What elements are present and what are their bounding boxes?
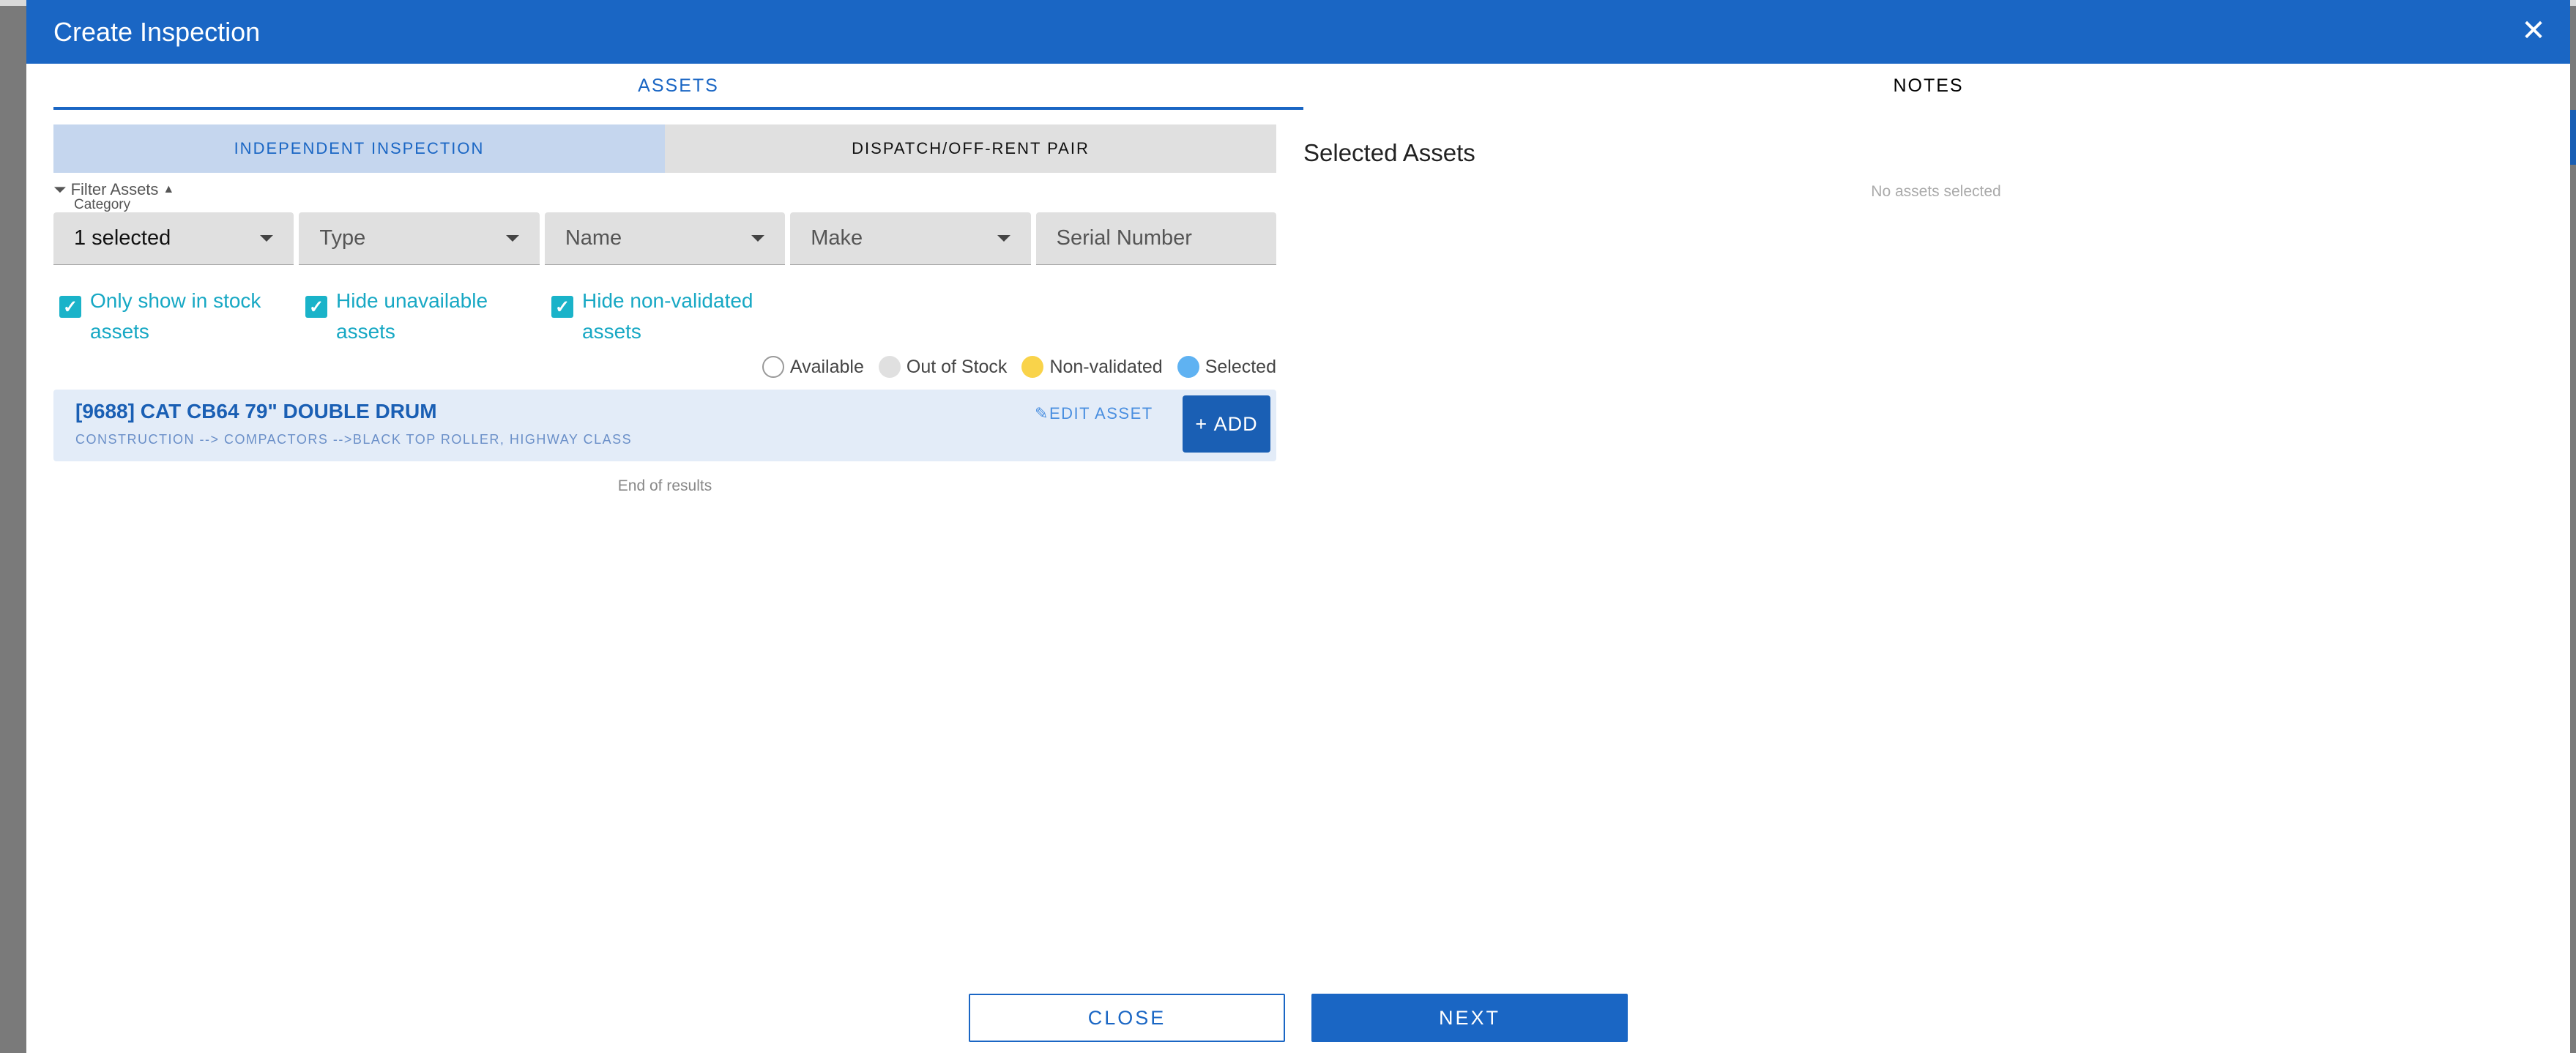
chevron-down-icon bbox=[260, 235, 274, 242]
next-button[interactable]: NEXT bbox=[1311, 994, 1628, 1042]
legend-item-selected: Selected bbox=[1177, 356, 1276, 378]
asset-title: [9688] CAT CB64 79" DOUBLE DRUM bbox=[75, 400, 437, 423]
type-placeholder: Type bbox=[319, 226, 366, 250]
legend-label: Non-validated bbox=[1049, 356, 1163, 377]
chevron-down-icon bbox=[751, 235, 765, 242]
legend-item-available: Available bbox=[762, 356, 864, 378]
legend-item-out-of-stock: Out of Stock bbox=[878, 356, 1008, 378]
create-inspection-dialog: Create Inspection ✕ ASSETS NOTES INDEPEN… bbox=[26, 0, 2570, 1053]
serial-number-placeholder: Serial Number bbox=[1056, 226, 1192, 250]
tab-assets[interactable]: ASSETS bbox=[53, 64, 1303, 110]
plus-icon: + bbox=[1195, 412, 1214, 435]
make-select[interactable]: Make bbox=[790, 212, 1031, 265]
chevron-down-icon bbox=[505, 235, 519, 242]
available-dot-icon bbox=[762, 356, 784, 378]
make-placeholder: Make bbox=[811, 226, 863, 250]
only-in-stock-checkbox[interactable]: ✓ Only show in stock assets bbox=[53, 278, 299, 346]
filter-icon: ⏷ bbox=[53, 180, 67, 198]
independent-inspection-button[interactable]: INDEPENDENT INSPECTION bbox=[53, 124, 665, 173]
legend-label: Out of Stock bbox=[906, 356, 1008, 377]
name-select[interactable]: Name bbox=[544, 212, 786, 265]
selected-assets-title: Selected Assets bbox=[1303, 139, 1475, 166]
selected-dot-icon bbox=[1177, 356, 1199, 378]
checkbox-checked-icon[interactable]: ✓ bbox=[551, 296, 573, 318]
checkbox-checked-icon[interactable]: ✓ bbox=[305, 296, 327, 318]
caret-up-icon: ▲ bbox=[163, 183, 175, 196]
edit-icon: ✎ bbox=[1035, 404, 1049, 423]
legend-label: Available bbox=[789, 356, 864, 377]
close-icon[interactable]: ✕ bbox=[2519, 16, 2548, 45]
filter-row: 1 selected Type Name Make Serial Number bbox=[53, 212, 1277, 265]
type-select[interactable]: Type bbox=[299, 212, 540, 265]
chevron-down-icon bbox=[997, 235, 1010, 242]
non-validated-dot-icon bbox=[1021, 356, 1044, 378]
dialog-header: Create Inspection bbox=[26, 0, 2570, 64]
checkbox-label: Only show in stock assets bbox=[90, 289, 261, 343]
legend-label: Selected bbox=[1205, 356, 1276, 377]
asset-category-path: CONSTRUCTION --> COMPACTORS -->BLACK TOP… bbox=[75, 432, 633, 447]
tab-notes[interactable]: NOTES bbox=[1303, 64, 2553, 110]
category-label: Category bbox=[74, 197, 131, 212]
name-placeholder: Name bbox=[565, 226, 622, 250]
background-edge bbox=[2570, 110, 2576, 165]
edit-asset-link[interactable]: ✎EDIT ASSET bbox=[1035, 404, 1153, 423]
edit-asset-label: EDIT ASSET bbox=[1049, 404, 1153, 423]
dispatch-off-rent-pair-button[interactable]: DISPATCH/OFF-RENT PAIR bbox=[665, 124, 1276, 173]
inspection-mode-toggle: INDEPENDENT INSPECTION DISPATCH/OFF-RENT… bbox=[53, 124, 1276, 173]
checkbox-label: Hide non-validated assets bbox=[582, 289, 753, 343]
list-item[interactable]: [9688] CAT CB64 79" DOUBLE DRUM CONSTRUC… bbox=[53, 390, 1276, 461]
checkbox-label: Hide unavailable assets bbox=[336, 289, 488, 343]
selected-assets-panel: Selected Assets No assets selected bbox=[1303, 139, 2569, 201]
dialog-title: Create Inspection bbox=[53, 16, 261, 47]
end-of-results: End of results bbox=[617, 477, 712, 494]
hide-non-validated-checkbox[interactable]: ✓ Hide non-validated assets bbox=[546, 278, 792, 346]
checkbox-checked-icon[interactable]: ✓ bbox=[59, 296, 81, 318]
out-of-stock-dot-icon bbox=[878, 356, 901, 378]
category-value: 1 selected bbox=[74, 226, 171, 250]
legend-item-non-validated: Non-validated bbox=[1021, 356, 1163, 378]
filter-assets-toggle[interactable]: ⏷ Filter Assets ▲ bbox=[53, 180, 1276, 199]
hide-unavailable-checkbox[interactable]: ✓ Hide unavailable assets bbox=[299, 278, 546, 346]
serial-number-input[interactable]: Serial Number bbox=[1035, 212, 1277, 265]
assets-panel: INDEPENDENT INSPECTION DISPATCH/OFF-RENT… bbox=[53, 124, 1277, 495]
add-label: ADD bbox=[1213, 412, 1258, 435]
dialog-footer: CLOSE NEXT bbox=[26, 994, 2570, 1042]
stock-filter-checkboxes: ✓ Only show in stock assets ✓ Hide unava… bbox=[53, 278, 1276, 346]
add-asset-button[interactable]: + ADD bbox=[1183, 395, 1270, 453]
close-button[interactable]: CLOSE bbox=[969, 994, 1285, 1042]
no-assets-selected: No assets selected bbox=[1871, 183, 2001, 200]
category-select[interactable]: 1 selected bbox=[53, 212, 294, 265]
status-legend: Available Out of Stock Non-validated Sel… bbox=[53, 354, 1276, 379]
tab-bar: ASSETS NOTES bbox=[53, 64, 2569, 110]
